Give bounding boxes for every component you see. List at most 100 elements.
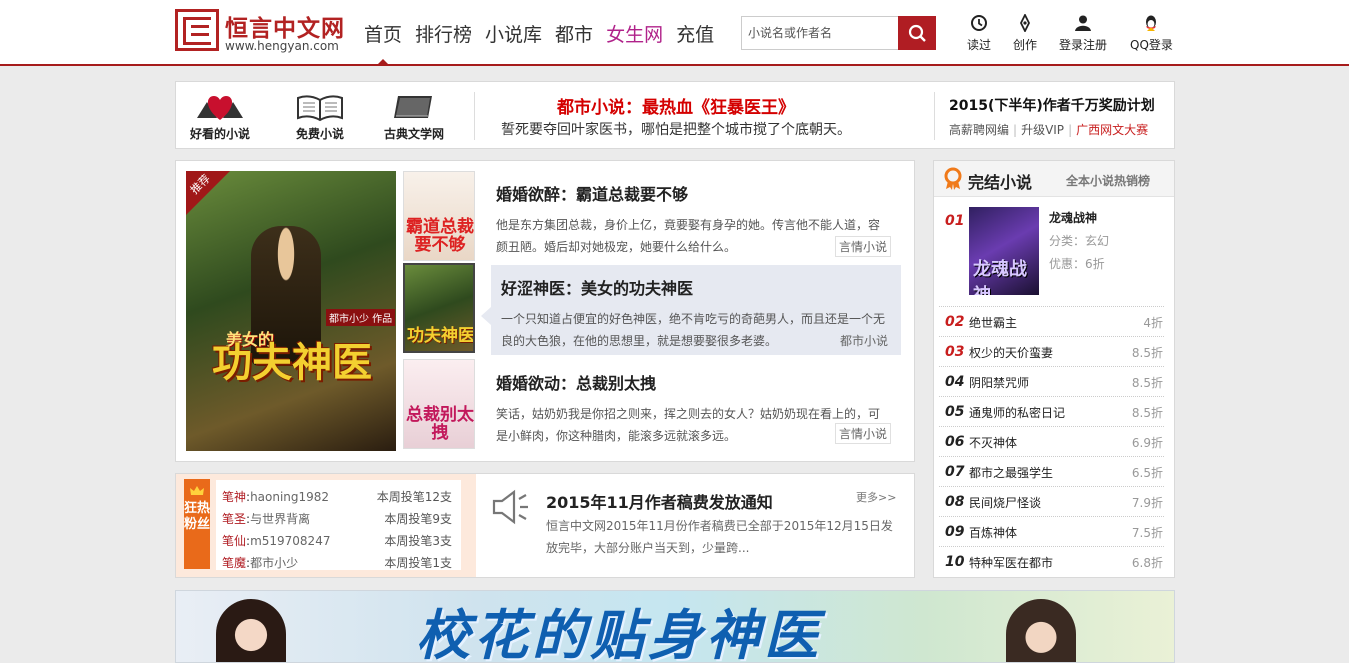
- ranking-item-top[interactable]: 01 龙魂战神 龙魂战神 分类：玄幻 优惠：6折: [939, 201, 1164, 307]
- ranking-book-category: 分类：玄幻: [1049, 234, 1110, 248]
- nav-girls[interactable]: 女生网: [606, 20, 663, 47]
- fan-votes: 本周投笔12支: [376, 490, 452, 504]
- thumb-cover-3[interactable]: 总裁别太拽: [403, 359, 475, 449]
- tool-login-label: 登录注册: [1059, 38, 1108, 52]
- cat-classic[interactable]: 古典文学网: [384, 92, 444, 142]
- nav-urban[interactable]: 都市: [555, 20, 593, 47]
- fans-badge: 狂热粉丝: [184, 479, 210, 569]
- ranking-book-name[interactable]: 权少的天价蛮妻: [969, 344, 1053, 361]
- rec-item-title[interactable]: 婚婚欲动：总裁别太拽: [496, 370, 901, 394]
- ranking-item[interactable]: 03 权少的天价蛮妻 8.5折: [939, 337, 1164, 367]
- ranking-header: 完结小说 全本小说热销榜: [934, 161, 1174, 197]
- nav-recharge[interactable]: 充值: [676, 20, 714, 47]
- qq-penguin-icon: [1146, 15, 1157, 31]
- ranking-number: 08: [945, 494, 965, 510]
- fan-name[interactable]: haoning1982: [250, 490, 329, 504]
- rec-item-1[interactable]: 婚婚欲醉：霸道总裁要不够 他是东方集团总裁，身价上亿，竟要娶有身孕的她。传言他不…: [491, 181, 901, 265]
- rec-item-3[interactable]: 婚婚欲动：总裁别太拽 笑话，姑奶奶我是你招之则来，挥之则去的女人？姑奶奶现在看上…: [491, 370, 901, 454]
- search-button[interactable]: [898, 16, 936, 50]
- fan-votes: 本周投笔1支: [384, 556, 452, 570]
- tool-create[interactable]: 创作: [1013, 14, 1037, 53]
- promo-banner[interactable]: 校花的贴身神医: [175, 590, 1175, 663]
- fan-row[interactable]: 笔圣:与世界背离 本周投笔9支: [222, 510, 452, 527]
- ranking-item[interactable]: 05 通鬼师的私密日记 8.5折: [939, 397, 1164, 427]
- ranking-top-cover-title: 龙魂战神: [973, 259, 1027, 295]
- fan-level: 笔圣: [222, 512, 247, 526]
- award-link-contest[interactable]: 广西网文大赛: [1076, 123, 1148, 137]
- nav-home[interactable]: 首页: [364, 20, 402, 47]
- ranking-book-name[interactable]: 龙魂战神: [1049, 209, 1097, 226]
- cat-good-novels[interactable]: 好看的小说: [190, 92, 250, 142]
- fan-row[interactable]: 笔神:haoning1982 本周投笔12支: [222, 488, 452, 505]
- notice-title[interactable]: 2015年11月作者稿费发放通知: [546, 489, 773, 513]
- ranking-book-name[interactable]: 百炼神体: [969, 524, 1017, 541]
- rec-item-genre[interactable]: 言情小说: [834, 236, 891, 257]
- rec-item-genre[interactable]: 都市小说: [837, 331, 891, 350]
- ranking-book-name[interactable]: 都市之最强学生: [969, 464, 1053, 481]
- rec-item-title[interactable]: 好涩神医：美女的功夫神医: [501, 275, 901, 299]
- cover-author-tag: 都市小少 作品: [326, 309, 396, 326]
- tool-qq-login[interactable]: QQ登录: [1130, 14, 1173, 53]
- rec-item-desc: 他是东方集团总裁，身价上亿，竟要娶有身孕的她。传言他不能人道，容颜丑陋。婚后却对…: [496, 218, 881, 254]
- thumb-cover-2[interactable]: 功夫神医: [403, 263, 475, 353]
- ranking-book-name[interactable]: 不灭神体: [969, 434, 1017, 451]
- tool-history-label: 读过: [967, 38, 992, 52]
- ranking-discount: 6.9折: [1131, 436, 1163, 450]
- logo-url: www.hengyan.com: [225, 39, 339, 53]
- tool-history[interactable]: 读过: [967, 14, 991, 53]
- nav-ranking[interactable]: 排行榜: [415, 20, 472, 47]
- headline-subtitle[interactable]: 誓死要夺回叶家医书，哪怕是把整个城市搅了个底朝天。: [476, 119, 876, 139]
- fan-row[interactable]: 笔魔:都市小少 本周投笔1支: [222, 554, 452, 571]
- divider: [474, 92, 475, 140]
- ranking-item[interactable]: 02 绝世霸主 4折: [939, 307, 1164, 337]
- rec-item-2[interactable]: 好涩神医：美女的功夫神医 一个只知道占便宜的好色神医，绝不肯吃亏的奇葩男人，而且…: [491, 265, 901, 355]
- fan-name[interactable]: m519708247: [250, 534, 330, 548]
- megaphone-icon: [492, 489, 528, 525]
- ranking-top-cover[interactable]: 龙魂战神: [969, 207, 1039, 295]
- logo-text: 恒言中文网: [225, 16, 345, 42]
- ranking-book-name[interactable]: 民间烧尸怪谈: [969, 494, 1041, 511]
- rec-item-desc: 一个只知道占便宜的好色神医，绝不肯吃亏的奇葩男人，而且还是一个无良的大色狼，在他…: [501, 312, 886, 348]
- fans-box: 狂热粉丝 笔神:haoning1982 本周投笔12支 笔圣:与世界背离 本周投笔9…: [176, 474, 476, 577]
- ranking-book-name[interactable]: 特种军医在都市: [969, 554, 1053, 571]
- ranking-discount: 7.9折: [1131, 496, 1163, 510]
- ranking-item[interactable]: 06 不灭神体 6.9折: [939, 427, 1164, 457]
- fan-name[interactable]: 都市小少: [250, 556, 298, 570]
- headline-title[interactable]: 都市小说：最热血《狂暴医王》: [476, 93, 876, 118]
- ranking-number: 01: [945, 213, 965, 229]
- ranking-discount: 8.5折: [1131, 406, 1163, 420]
- promo-character-left: [216, 599, 286, 662]
- thumb-cover-3-title: 总裁别太拽: [406, 405, 474, 443]
- ranking-item[interactable]: 09 百炼神体 7.5折: [939, 517, 1164, 547]
- ranking-title: 完结小说: [968, 173, 1033, 192]
- tool-login[interactable]: 登录注册: [1059, 14, 1107, 53]
- fan-level: 笔仙: [222, 534, 247, 548]
- ranking-book-name[interactable]: 通鬼师的私密日记: [969, 404, 1065, 421]
- award-link-hiring[interactable]: 高薪聘网编: [949, 123, 1009, 137]
- ranking-book-name[interactable]: 阴阳禁咒师: [969, 374, 1029, 391]
- rec-item-title[interactable]: 婚婚欲醉：霸道总裁要不够: [496, 181, 901, 205]
- thumb-cover-2-title: 功夫神医: [407, 326, 475, 346]
- featured-cover[interactable]: 都市小少 作品 美女的 功夫神医 推荐: [186, 171, 396, 451]
- ranking-item[interactable]: 07 都市之最强学生 6.5折: [939, 457, 1164, 487]
- ranking-book-name[interactable]: 绝世霸主: [969, 314, 1017, 331]
- site-logo[interactable]: 恒言中文网 www.hengyan.com: [175, 9, 350, 55]
- ranking-item[interactable]: 08 民间烧尸怪谈 7.9折: [939, 487, 1164, 517]
- rec-item-genre[interactable]: 言情小说: [834, 423, 891, 444]
- notice-more-link[interactable]: 更多>>: [856, 489, 896, 505]
- ranking-item[interactable]: 10 特种军医在都市 6.8折: [939, 547, 1164, 577]
- ranking-number: 03: [945, 344, 965, 360]
- award-title[interactable]: 2015(下半年)作者千万奖励计划: [949, 95, 1155, 115]
- cat-good-novels-label: 好看的小说: [190, 127, 251, 141]
- logo-mark-icon: [175, 9, 219, 51]
- award-link-vip[interactable]: 升级VIP: [1021, 123, 1064, 137]
- fan-name[interactable]: 与世界背离: [250, 512, 310, 526]
- search-input[interactable]: [742, 17, 897, 49]
- thumb-cover-1[interactable]: 霸道总裁要不够: [403, 171, 475, 261]
- ranking-item[interactable]: 04 阴阳禁咒师 8.5折: [939, 367, 1164, 397]
- fan-row[interactable]: 笔仙:m519708247 本周投笔3支: [222, 532, 452, 549]
- user-icon: [1075, 15, 1091, 31]
- nav-library[interactable]: 小说库: [485, 20, 542, 47]
- ranking-subtitle[interactable]: 全本小说热销榜: [1066, 172, 1150, 189]
- cat-free-novels[interactable]: 免费小说: [294, 92, 346, 142]
